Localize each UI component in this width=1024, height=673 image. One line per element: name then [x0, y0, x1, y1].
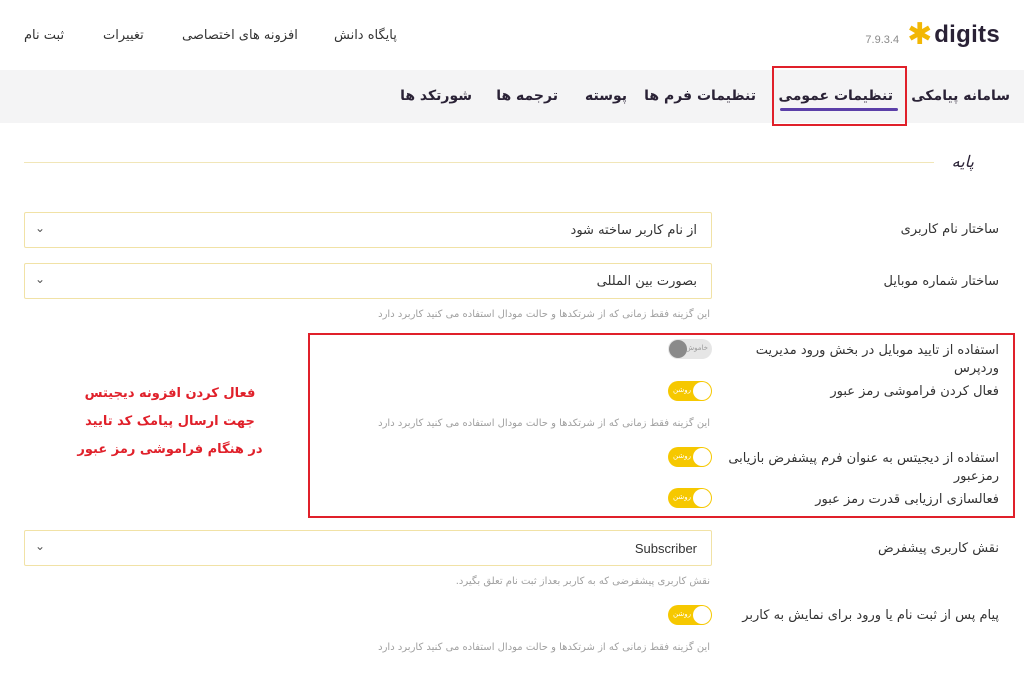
- forgot-password-label: فعال کردن فراموشی رمز عبور: [830, 384, 999, 399]
- default-role-select[interactable]: Subscriber ⌄: [24, 530, 712, 566]
- toggle-state-text: روشن: [673, 493, 691, 501]
- toggle-state-text: روشن: [673, 610, 691, 618]
- version-label: 7.9.3.4: [865, 34, 900, 46]
- premium-addons-link[interactable]: افزونه های اختصاصی: [182, 28, 298, 43]
- section-title: پایه: [951, 152, 974, 171]
- star-icon: ✱: [907, 17, 933, 52]
- mobile-structure-label: ساختار شماره موبایل: [883, 274, 1000, 289]
- username-structure-select[interactable]: از نام کاربر ساخته شود ⌄: [24, 212, 712, 248]
- toggle-knob: [693, 606, 711, 624]
- toggle-knob: [693, 382, 711, 400]
- username-structure-label: ساختار نام کاربری: [900, 222, 999, 237]
- toggle-state-text: روشن: [673, 452, 691, 460]
- chevron-down-icon: ⌄: [35, 221, 46, 235]
- forgot-password-toggle[interactable]: روشن: [668, 381, 712, 401]
- annotation-line-2: جهت ارسال پیامک کد تایید: [85, 414, 255, 429]
- annotation-line-3: در هنگام فراموشی رمز عبور: [77, 442, 263, 457]
- default-reset-form-toggle[interactable]: روشن: [668, 447, 712, 467]
- toggle-state-text: خاموش: [685, 344, 708, 352]
- digits-logo[interactable]: 7.9.3.4 ✱ digits: [865, 20, 1000, 50]
- username-structure-value: از نام کاربر ساخته شود: [570, 223, 697, 238]
- default-role-value: Subscriber: [634, 541, 697, 556]
- chevron-down-icon: ⌄: [35, 272, 46, 286]
- toggle-knob: [693, 448, 711, 466]
- password-strength-label: فعالسازی ارزیابی قدرت رمز عبور: [815, 492, 999, 507]
- section-divider: [24, 162, 934, 163]
- wp-admin-mobile-verify-label: استفاده از تایید موبایل در بخش ورود مدیر…: [755, 343, 999, 376]
- active-tab-highlight-box: [772, 66, 907, 126]
- tab-translations[interactable]: ترجمه ها: [496, 88, 558, 104]
- chevron-down-icon: ⌄: [35, 539, 46, 553]
- toggle-state-text: روشن: [673, 386, 691, 394]
- mobile-structure-select[interactable]: بصورت بین المللی ⌄: [24, 263, 712, 299]
- post-login-message-toggle[interactable]: روشن: [668, 605, 712, 625]
- tab-shortcodes[interactable]: شورتکد ها: [400, 88, 472, 104]
- wp-admin-mobile-verify-toggle[interactable]: خاموش: [668, 339, 712, 359]
- toggle-knob: [669, 340, 687, 358]
- annotation-line-1: فعال کردن افزونه دیجیتس: [84, 386, 256, 401]
- post-login-message-label: پیام پس از ثبت نام یا ورود برای نمایش به…: [742, 608, 999, 623]
- register-link[interactable]: ثبت نام: [24, 28, 64, 43]
- tab-theme[interactable]: پوسته: [585, 88, 627, 104]
- knowledge-base-link[interactable]: پایگاه دانش: [334, 28, 397, 43]
- toggle-knob: [693, 489, 711, 507]
- tab-form-settings[interactable]: تنظیمات فرم ها: [644, 88, 756, 104]
- annotation-text: فعال کردن افزونه دیجیتس جهت ارسال پیامک …: [70, 380, 270, 464]
- default-role-hint: نقش کاربری پیشفرضی که به کاربر بعداز ثبت…: [455, 576, 710, 587]
- mobile-structure-hint: این گزینه فقط زمانی که از شرتکدها و حالت…: [378, 309, 710, 320]
- password-strength-toggle[interactable]: روشن: [668, 488, 712, 508]
- default-role-label: نقش کاربری پیشفرض: [877, 541, 999, 556]
- mobile-structure-value: بصورت بین المللی: [596, 274, 697, 289]
- post-login-message-hint: این گزینه فقط زمانی که از شرتکدها و حالت…: [378, 642, 710, 653]
- logo-text: digits: [934, 21, 1000, 48]
- top-bar: 7.9.3.4 ✱ digits پایگاه دانش افزونه های …: [0, 0, 1024, 70]
- default-reset-form-label: استفاده از دیجیتس به عنوان فرم پیشفرض با…: [728, 451, 999, 484]
- tab-sms-gateway[interactable]: سامانه پیامکی: [911, 88, 1010, 104]
- forgot-password-hint: این گزینه فقط زمانی که از شرتکدها و حالت…: [378, 418, 710, 429]
- changelog-link[interactable]: تغییرات: [103, 28, 144, 43]
